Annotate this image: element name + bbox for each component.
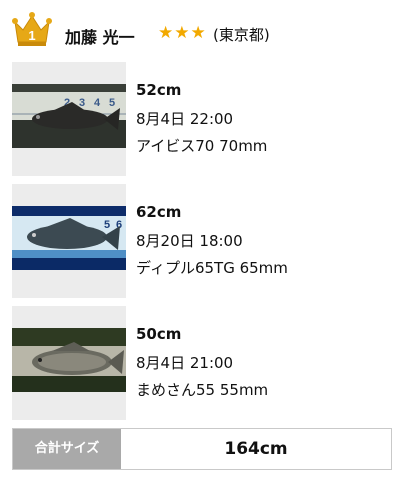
ruler-mark: 5 bbox=[109, 97, 115, 109]
angler-name: 加藤 光一 bbox=[65, 28, 135, 47]
ruler-mark: 5 bbox=[104, 219, 110, 231]
fish-photo-image: 5 6 bbox=[12, 206, 126, 270]
crown-rank-icon: 1 bbox=[12, 12, 52, 46]
catch-size: 52cm bbox=[136, 81, 182, 99]
ruler-mark: 4 bbox=[94, 97, 101, 109]
catch-size: 50cm bbox=[136, 325, 182, 343]
fish-photo-image: 2 3 4 5 bbox=[12, 84, 126, 148]
angler-prefecture: (東京都) bbox=[213, 26, 270, 44]
catch-photo[interactable]: 2 3 4 5 bbox=[12, 62, 126, 176]
fish-photo-image bbox=[12, 328, 126, 392]
angler-header: 1 加藤 光一 ★★★ (東京都) bbox=[12, 10, 392, 50]
catch-date: 8月4日 21:00 bbox=[136, 354, 234, 372]
total-size-row: 合計サイズ 164cm bbox=[12, 428, 392, 470]
catch-lure: まめさん55 55mm bbox=[136, 381, 269, 399]
catch-date: 8月4日 22:00 bbox=[136, 110, 234, 128]
catch-item[interactable]: 2 3 4 5 52cm 8月4日 22:00 アイビス70 70mm bbox=[12, 62, 392, 176]
catch-lure: ディプル65TG 65mm bbox=[136, 259, 288, 277]
rank-number: 1 bbox=[28, 28, 35, 43]
catch-lure: アイビス70 70mm bbox=[136, 137, 268, 155]
catch-photo[interactable]: 5 6 bbox=[12, 184, 126, 298]
catch-photo[interactable] bbox=[12, 306, 126, 420]
total-size-label: 合計サイズ bbox=[13, 429, 121, 469]
total-size-value: 164cm bbox=[224, 439, 288, 459]
star-rating: ★★★ bbox=[158, 23, 207, 43]
catch-date: 8月20日 18:00 bbox=[136, 232, 243, 250]
catch-item[interactable]: 50cm 8月4日 21:00 まめさん55 55mm bbox=[12, 306, 392, 420]
catch-item[interactable]: 5 6 62cm 8月20日 18:00 ディプル65TG 65mm bbox=[12, 184, 392, 298]
catch-size: 62cm bbox=[136, 203, 182, 221]
